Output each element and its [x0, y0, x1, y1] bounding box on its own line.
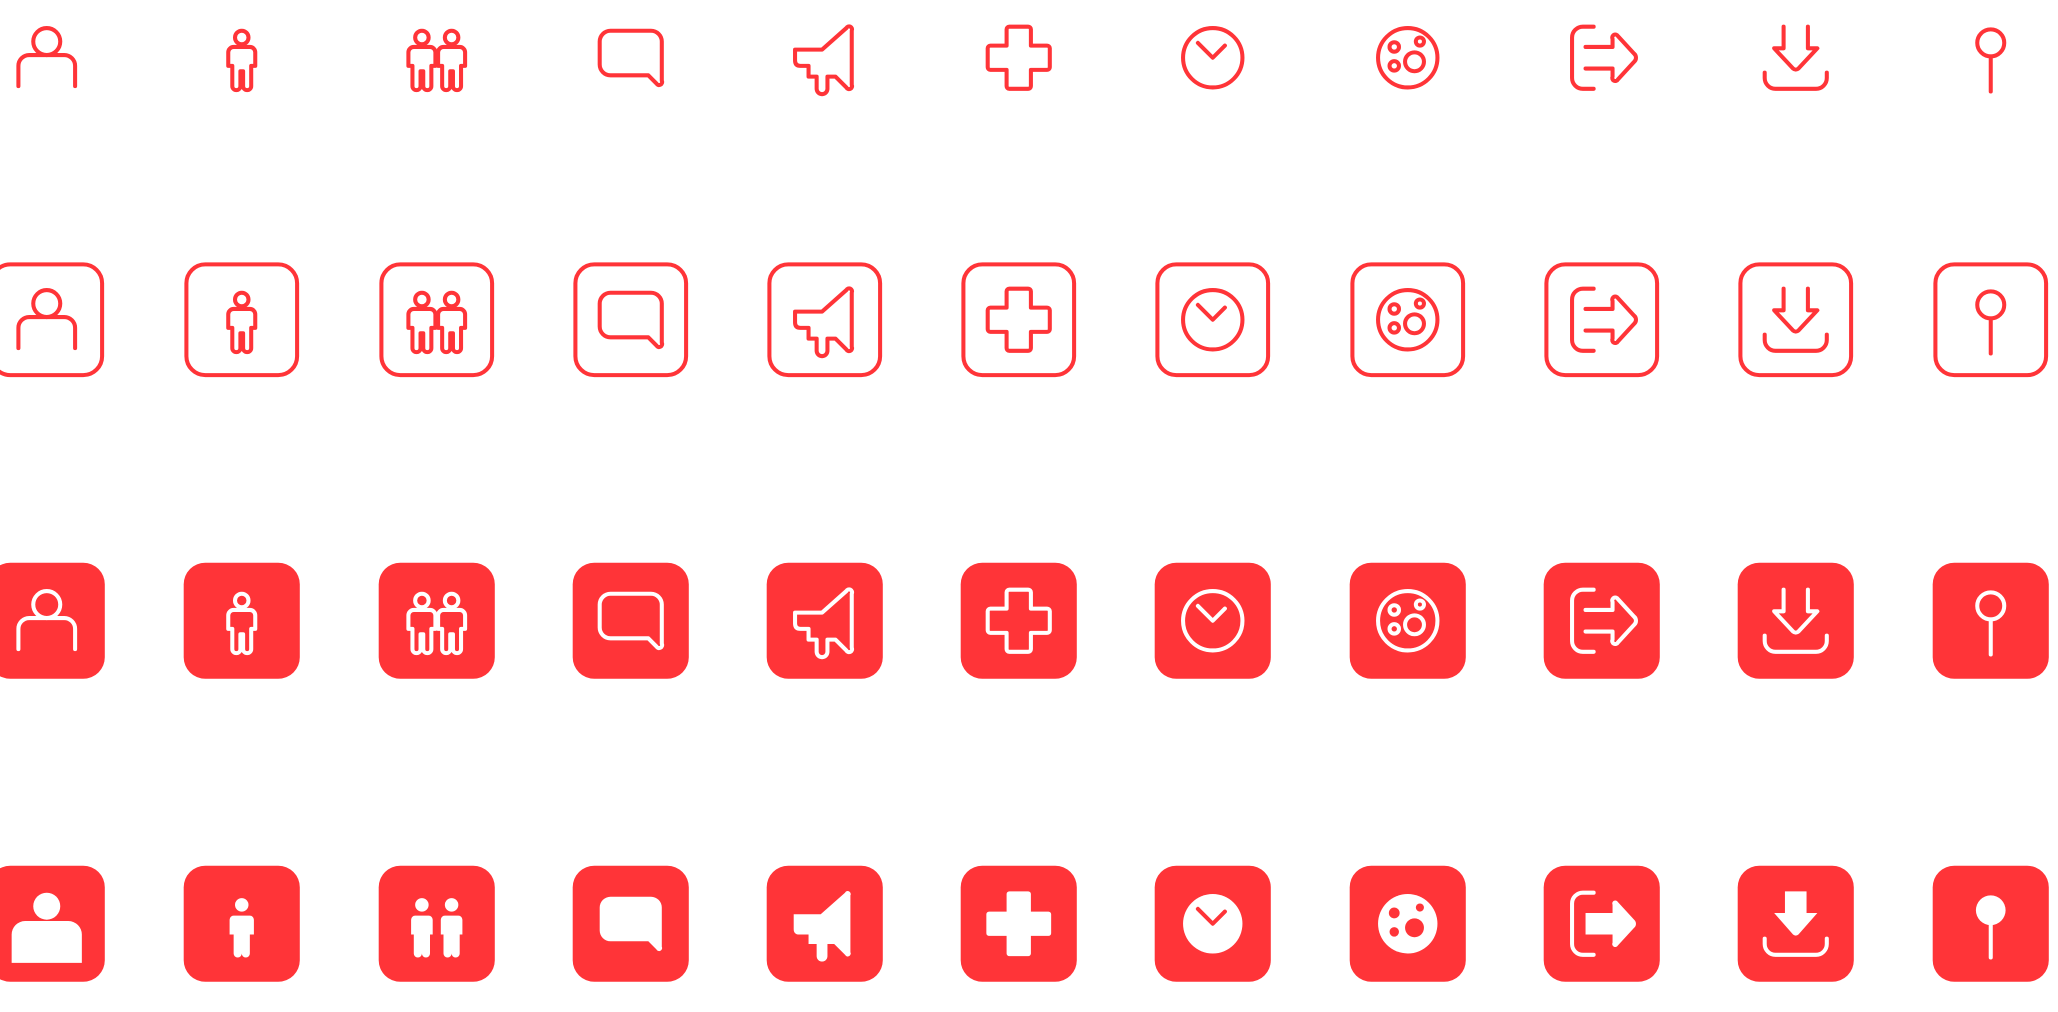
megaphone-icon [793, 24, 855, 97]
map-pin-icon [1932, 562, 2050, 680]
user-icon [0, 562, 106, 680]
person-icon [184, 262, 300, 378]
clock-icon [1155, 262, 1271, 378]
speech-bubble-icon [597, 28, 665, 88]
people-icon [406, 28, 468, 93]
download-icon [1738, 262, 1854, 378]
user-icon [0, 865, 106, 983]
medical-cross-icon [985, 24, 1053, 92]
megaphone-icon [766, 865, 884, 983]
medical-cross-icon [961, 262, 1077, 378]
cells-icon [1349, 562, 1467, 680]
person-icon [226, 28, 258, 93]
cells-icon [1349, 865, 1467, 983]
map-pin-icon [1932, 865, 2050, 983]
clock-icon [1154, 865, 1272, 983]
person-icon [183, 865, 301, 983]
user-icon [16, 26, 78, 89]
people-icon [378, 865, 496, 983]
logout-icon [1543, 562, 1661, 680]
speech-bubble-icon [572, 562, 690, 680]
icon-sheet [0, 0, 2058, 983]
map-pin-icon [1975, 27, 2007, 94]
cells-icon [1350, 262, 1466, 378]
megaphone-icon [767, 262, 883, 378]
speech-bubble-icon [572, 865, 690, 983]
download-icon [1737, 865, 1855, 983]
logout-icon [1543, 865, 1661, 983]
medical-cross-icon [960, 562, 1078, 680]
medical-cross-icon [960, 865, 1078, 983]
clock-icon [1154, 562, 1272, 680]
logout-icon [1570, 24, 1639, 92]
speech-bubble-icon [573, 262, 689, 378]
user-icon [0, 262, 105, 378]
logout-icon [1544, 262, 1660, 378]
cells-icon [1376, 26, 1440, 90]
map-pin-icon [1933, 262, 2049, 378]
person-icon [183, 562, 301, 680]
download-icon [1762, 24, 1830, 92]
people-icon [378, 562, 496, 680]
clock-icon [1181, 26, 1245, 90]
megaphone-icon [766, 562, 884, 680]
download-icon [1737, 562, 1855, 680]
people-icon [379, 262, 495, 378]
